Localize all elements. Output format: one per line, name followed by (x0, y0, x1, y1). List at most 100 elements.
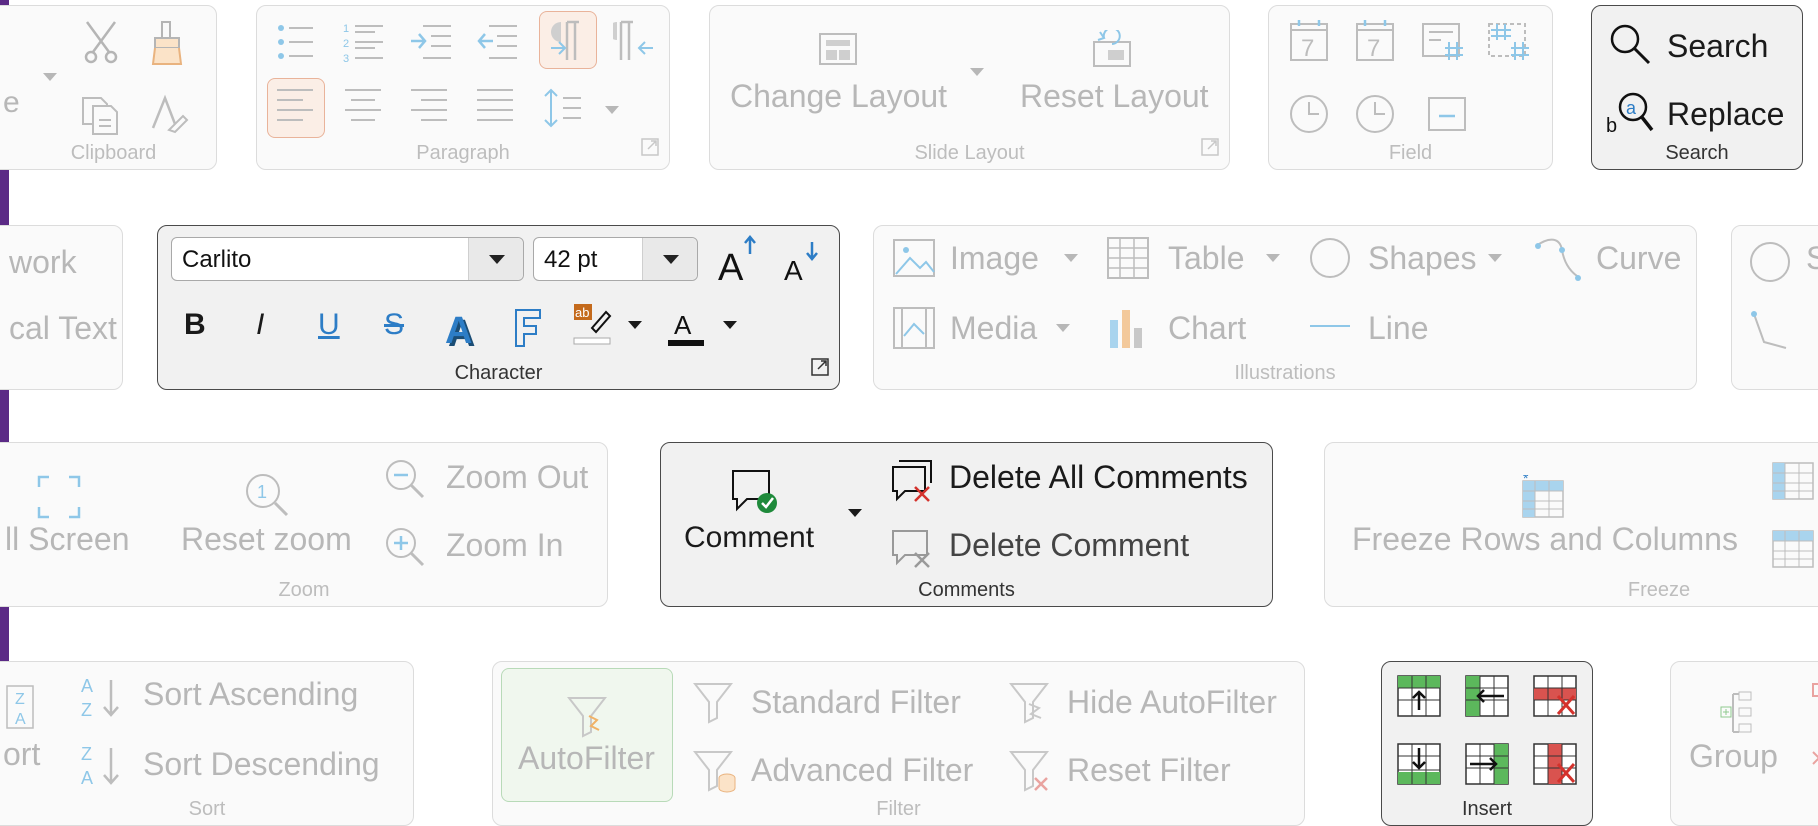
fontwork-group: work cal Text (0, 225, 123, 390)
change-layout-button[interactable]: Change Layout (730, 78, 947, 115)
sort-group-label: Sort (188, 798, 226, 820)
sort-ascending-button[interactable]: Sort Ascending (143, 676, 358, 713)
time-fixed-icon[interactable] (1289, 94, 1329, 134)
sort-button-partial[interactable]: ort (3, 736, 40, 773)
freeze-first-row-icon[interactable] (1771, 525, 1815, 569)
curve-button[interactable]: Curve (1596, 240, 1681, 277)
shrink-font-icon[interactable]: A (784, 238, 824, 284)
grow-font-icon[interactable]: A (718, 234, 758, 284)
change-layout-dropdown[interactable] (970, 68, 984, 76)
svg-text:Z: Z (81, 744, 92, 764)
numbering-icon[interactable]: 1 2 3 (343, 20, 385, 64)
shapes-button[interactable]: Shapes (1368, 240, 1477, 277)
replace-button[interactable]: Replace (1667, 96, 1784, 133)
delete-rows-icon[interactable] (1532, 674, 1578, 718)
zoom-in-button[interactable]: Zoom In (446, 527, 563, 564)
reset-layout-button[interactable]: Reset Layout (1020, 78, 1209, 115)
paste-dropdown[interactable] (43, 73, 57, 81)
autofilter-button[interactable]: AutoFilter (518, 740, 655, 777)
align-left-icon[interactable] (275, 86, 315, 128)
italic-button[interactable]: I (256, 308, 264, 342)
media-button[interactable]: Media (950, 310, 1037, 347)
group-button[interactable]: Group (1689, 738, 1778, 775)
comment-dropdown[interactable] (848, 509, 862, 517)
hide-autofilter-button[interactable]: Hide AutoFilter (1067, 684, 1277, 721)
clone-formatting-icon[interactable] (149, 20, 185, 66)
highlight-color-dropdown[interactable] (628, 321, 642, 329)
sort-ascending-icon: AZ (81, 672, 123, 722)
font-color-dropdown[interactable] (723, 321, 737, 329)
align-right-icon[interactable] (409, 86, 449, 128)
fontwork-button-partial[interactable]: work (9, 244, 77, 281)
freeze-first-column-icon[interactable] (1771, 457, 1815, 501)
freeze-rows-columns-button[interactable]: Freeze Rows and Columns (1352, 521, 1738, 558)
shadow-icon[interactable]: AA (444, 306, 484, 350)
delete-columns-icon[interactable] (1532, 742, 1578, 786)
date-fixed-icon[interactable]: 7 (1289, 18, 1329, 62)
comments-group-label: Comments (918, 579, 1015, 601)
line-button[interactable]: Line (1368, 310, 1429, 347)
align-center-icon[interactable] (343, 86, 383, 128)
search-button[interactable]: Search (1667, 28, 1768, 65)
cut-icon[interactable] (83, 20, 119, 64)
highlight-color-icon[interactable]: ab (572, 302, 614, 346)
clear-formatting-icon[interactable] (149, 94, 189, 136)
zoom-out-button[interactable]: Zoom Out (446, 459, 588, 496)
standard-filter-button[interactable]: Standard Filter (751, 684, 961, 721)
filter-group: AutoFilter Standard Filter Advanced Filt… (492, 661, 1305, 826)
decrease-indent-icon[interactable] (475, 20, 519, 64)
copy-icon[interactable] (79, 94, 121, 136)
ungroup-icon-partial[interactable] (1811, 682, 1818, 768)
reset-filter-button[interactable]: Reset Filter (1067, 752, 1231, 789)
time-variable-icon[interactable] (1355, 94, 1395, 134)
date-variable-icon[interactable]: 7 (1355, 18, 1395, 62)
image-dropdown[interactable] (1064, 254, 1078, 262)
svg-text:A: A (784, 255, 803, 284)
sort-group: ZA ort AZ Sort Ascending ZA Sort Descend… (0, 661, 414, 826)
increase-indent-icon[interactable] (409, 20, 453, 64)
vertical-text-button-partial[interactable]: cal Text (9, 310, 117, 347)
media-dropdown[interactable] (1056, 324, 1070, 332)
font-size-combobox[interactable]: 42 pt (533, 237, 698, 281)
insert-columns-before-icon[interactable] (1464, 674, 1510, 718)
illustrations-group-label: Illustrations (1234, 362, 1336, 384)
bold-button[interactable]: B (184, 308, 206, 342)
outline-font-icon[interactable] (510, 306, 546, 350)
font-color-icon[interactable]: A (666, 304, 706, 350)
table-button[interactable]: Table (1168, 240, 1245, 277)
slide-layout-group: Change Layout Reset Layout Slide Layout (709, 5, 1230, 170)
svg-text:7: 7 (1367, 35, 1380, 62)
comment-button[interactable]: Comment (684, 521, 814, 555)
image-button[interactable]: Image (950, 240, 1039, 277)
delete-all-comments-button[interactable]: Delete All Comments (949, 459, 1248, 496)
strikethrough-button[interactable]: S (384, 308, 404, 342)
insert-group-label: Insert (1461, 798, 1513, 820)
delete-comment-button[interactable]: Delete Comment (949, 527, 1189, 564)
reset-layout-icon (1090, 30, 1134, 68)
basic-shapes-button-partial[interactable]: S (1806, 240, 1818, 277)
font-size-dropdown-button[interactable] (642, 238, 697, 280)
table-dropdown[interactable] (1266, 254, 1280, 262)
page-number-icon[interactable] (1421, 20, 1467, 62)
advanced-filter-button[interactable]: Advanced Filter (751, 752, 973, 789)
underline-button[interactable]: U (318, 308, 340, 342)
line-spacing-icon[interactable] (543, 86, 583, 130)
insert-rows-below-icon[interactable] (1396, 742, 1442, 786)
insert-rows-above-icon[interactable] (1396, 674, 1442, 718)
sort-descending-button[interactable]: Sort Descending (143, 746, 380, 783)
bullets-icon[interactable] (275, 20, 315, 64)
page-count-icon[interactable] (1487, 20, 1533, 62)
font-name-dropdown-button[interactable] (468, 238, 523, 280)
insert-columns-after-icon[interactable] (1464, 742, 1510, 786)
full-screen-button[interactable]: ll Screen (5, 521, 130, 558)
reset-zoom-button[interactable]: Reset zoom (181, 521, 352, 558)
right-to-left-icon[interactable] (613, 18, 657, 62)
chart-button[interactable]: Chart (1168, 310, 1246, 347)
field-text-icon[interactable] (1427, 96, 1467, 132)
line-spacing-dropdown[interactable] (605, 106, 619, 114)
left-to-right-icon[interactable] (545, 18, 589, 62)
shapes-dropdown[interactable] (1488, 254, 1502, 262)
justify-icon[interactable] (475, 86, 515, 128)
paste-label-partial[interactable]: e (3, 86, 20, 120)
font-name-combobox[interactable]: Carlito (171, 237, 524, 281)
